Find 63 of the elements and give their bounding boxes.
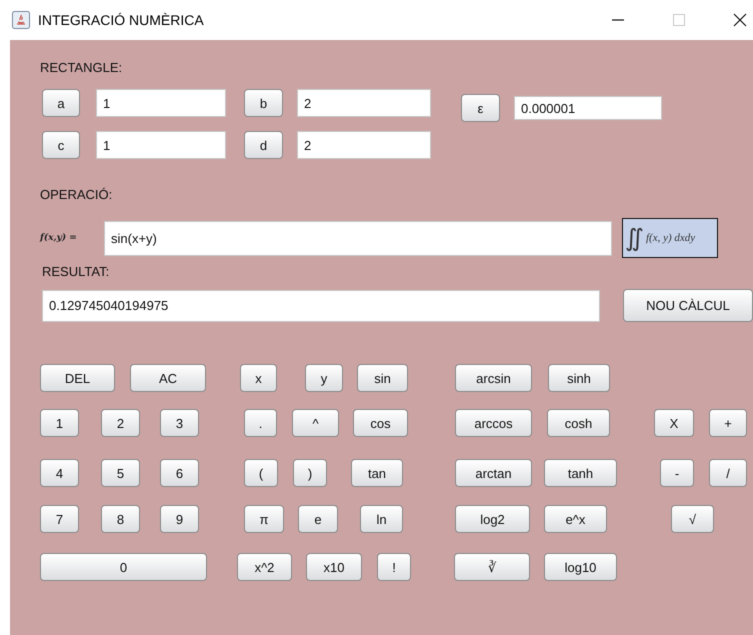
new-calculation-button[interactable]: NOU CÀLCUL: [623, 289, 753, 322]
variable-button[interactable]: c: [42, 131, 80, 159]
variable-button[interactable]: d: [244, 131, 283, 159]
section-label: OPERACIÓ:: [40, 187, 112, 202]
key-button[interactable]: AC: [130, 364, 206, 392]
key-button[interactable]: 6: [160, 459, 199, 487]
key-button[interactable]: 0: [40, 553, 207, 581]
key-button[interactable]: X: [654, 409, 694, 437]
section-label: RESULTAT:: [42, 264, 110, 279]
key-button[interactable]: e: [298, 505, 338, 533]
key-button[interactable]: √: [671, 505, 714, 533]
app-icon: [12, 11, 30, 29]
key-button[interactable]: +: [709, 409, 747, 437]
key-button[interactable]: 8: [101, 505, 140, 533]
key-button[interactable]: DEL: [40, 364, 115, 392]
key-button[interactable]: 4: [40, 459, 79, 487]
input-field[interactable]: 1: [96, 131, 226, 159]
key-button[interactable]: π: [244, 505, 284, 533]
variable-button[interactable]: b: [244, 89, 283, 117]
key-button[interactable]: ^: [292, 409, 339, 437]
key-button[interactable]: x^2: [237, 553, 292, 581]
key-button[interactable]: 1: [40, 409, 79, 437]
key-button[interactable]: !: [377, 553, 411, 581]
result-field[interactable]: 0.129745040194975: [42, 290, 600, 322]
key-button[interactable]: e^x: [544, 505, 607, 533]
key-button[interactable]: arcsin: [455, 364, 532, 392]
key-button[interactable]: 3: [160, 409, 199, 437]
key-button[interactable]: -: [660, 459, 694, 487]
variable-button[interactable]: a: [42, 89, 80, 117]
key-button[interactable]: log2: [455, 505, 530, 533]
key-button[interactable]: ∛: [454, 553, 530, 581]
input-field[interactable]: 1: [96, 89, 226, 117]
close-icon[interactable]: [733, 13, 747, 27]
key-button[interactable]: ): [293, 459, 327, 487]
key-button[interactable]: cos: [353, 409, 408, 437]
key-button[interactable]: 7: [40, 505, 79, 533]
key-button[interactable]: tan: [351, 459, 403, 487]
window-title: INTEGRACIÓ NUMÈRICA: [38, 12, 205, 28]
key-button[interactable]: log10: [544, 553, 617, 581]
input-field[interactable]: 2: [297, 89, 431, 117]
key-button[interactable]: (: [244, 459, 278, 487]
key-button[interactable]: arctan: [455, 459, 532, 487]
key-button[interactable]: sinh: [548, 364, 610, 392]
key-button[interactable]: cosh: [547, 409, 610, 437]
key-button[interactable]: sin: [357, 364, 408, 392]
key-button[interactable]: tanh: [544, 459, 617, 487]
function-field[interactable]: sin(x+y): [104, 220, 612, 256]
function-label: f(x,y) =: [40, 233, 78, 243]
key-button[interactable]: ln: [360, 505, 403, 533]
maximize-icon: [673, 14, 685, 26]
key-button[interactable]: arccos: [455, 409, 532, 437]
key-button[interactable]: x10: [306, 553, 362, 581]
epsilon-button[interactable]: ε: [461, 94, 500, 122]
key-button[interactable]: y: [305, 364, 343, 392]
key-button[interactable]: /: [709, 459, 747, 487]
key-button[interactable]: 2: [101, 409, 140, 437]
key-button[interactable]: .: [244, 409, 277, 437]
input-field[interactable]: 0.000001: [514, 96, 662, 120]
section-label: RECTANGLE:: [40, 60, 124, 75]
input-field[interactable]: 2: [297, 131, 431, 159]
key-button[interactable]: 9: [160, 505, 199, 533]
key-button[interactable]: x: [240, 364, 277, 392]
key-button[interactable]: 5: [101, 459, 140, 487]
